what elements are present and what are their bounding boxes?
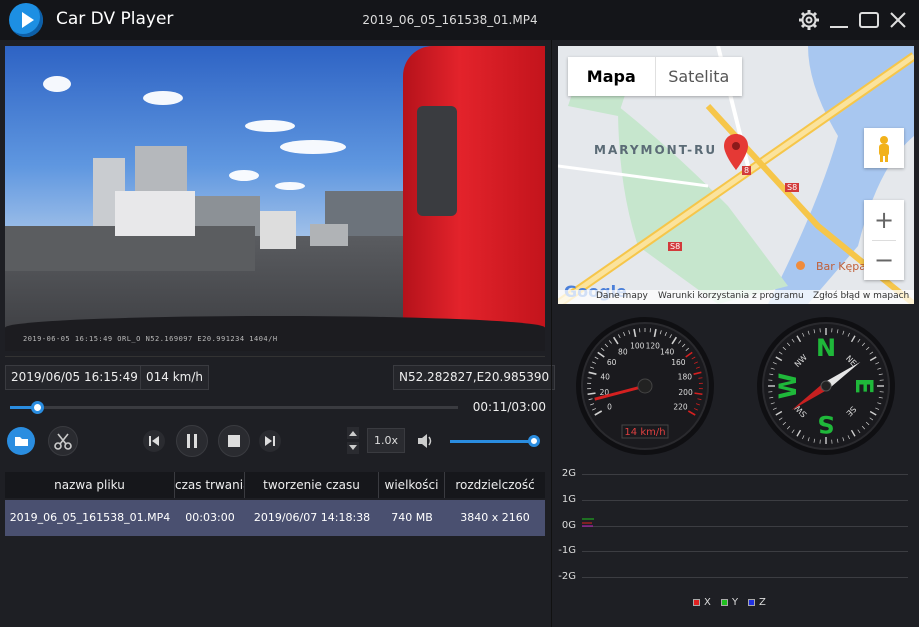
- speedometer-tick-label: 40: [600, 372, 610, 381]
- skip-forward-icon: [265, 436, 275, 446]
- speed-down-icon[interactable]: [347, 442, 359, 454]
- time-label: 00:11/03:00: [472, 400, 546, 414]
- speedometer-tick: [694, 392, 703, 396]
- speedometer-tick-label: 0: [607, 403, 612, 412]
- scissors-icon: [54, 433, 72, 450]
- seek-bar[interactable]: [10, 401, 458, 414]
- map-terms-link[interactable]: Warunki korzystania z programu: [658, 291, 804, 301]
- poi-icon: [796, 261, 805, 270]
- stop-button[interactable]: [218, 425, 250, 457]
- speedometer-tick-label: 160: [671, 358, 686, 367]
- cell-created: 2019/06/07 14:18:38: [253, 511, 371, 524]
- skip-back-icon: [149, 436, 159, 446]
- gsensor-trace: [582, 518, 594, 527]
- compass-letter: E: [850, 378, 878, 394]
- title-bar: Car DV Player 2019_06_05_161538_01.MP4: [0, 0, 919, 40]
- speedometer-gauge: 020406080100 120140160180200220 14 km/h: [576, 317, 714, 455]
- compass-letter: W: [774, 373, 802, 399]
- volume-icon[interactable]: [415, 431, 435, 451]
- column-header-duration[interactable]: czas trwania: [175, 472, 245, 498]
- legend-z: Z: [748, 597, 766, 608]
- cell-filename: 2019_06_05_161538_01.MP4: [9, 511, 171, 524]
- volume-slider[interactable]: [450, 440, 534, 443]
- speed-reading: 14 km/h: [624, 427, 665, 438]
- speedometer-tick-label: 140: [660, 348, 675, 357]
- video-dashboard: [5, 316, 545, 351]
- map-footer: Dane mapy Warunki korzystania z programu…: [558, 290, 914, 304]
- map-place-label: MARYMONT-RU: [594, 143, 718, 157]
- playback-speed-display: 1.0x: [367, 428, 405, 453]
- speedometer-tick-label: 100: [630, 342, 645, 351]
- map-report-link[interactable]: Zgłoś błąd w mapach: [813, 291, 909, 301]
- minimize-icon[interactable]: [827, 8, 851, 32]
- road-badge: S8: [785, 183, 800, 192]
- speed-readout: 014 km/h: [140, 365, 210, 390]
- next-button[interactable]: [259, 430, 281, 452]
- folder-icon: [15, 437, 28, 446]
- settings-gear-icon[interactable]: [797, 8, 821, 32]
- pause-icon: [187, 434, 197, 448]
- speedometer-tick: [587, 377, 592, 379]
- open-folder-button[interactable]: [7, 427, 35, 455]
- gsensor-axis-label: 2G: [561, 468, 576, 479]
- datetime-readout: 2019/06/05 16:15:49: [5, 365, 144, 390]
- legend-x: X: [693, 597, 711, 608]
- video-frame[interactable]: 2019-06-05 16:15:49 ORL_O N52.169097 E20…: [5, 46, 545, 351]
- column-header-created[interactable]: tworzenie czasu: [245, 472, 379, 498]
- table-header: nazwa pliku czas trwania tworzenie czasu…: [5, 472, 545, 498]
- cell-resolution: 3840 x 2160: [460, 511, 530, 524]
- map-panel[interactable]: Mapa Satelita MARYMONT-RU S8 S8 8 Bar Kę…: [558, 46, 914, 304]
- clip-button[interactable]: [48, 426, 78, 456]
- coords-readout: N52.282827,E20.985390: [393, 365, 556, 390]
- map-type-tabs: Mapa Satelita: [568, 57, 742, 96]
- current-file-title: 2019_06_05_161538_01.MP4: [362, 13, 538, 27]
- tab-map[interactable]: Mapa: [568, 57, 655, 96]
- speedometer-tick-label: 180: [678, 372, 693, 381]
- column-header-filename[interactable]: nazwa pliku: [5, 472, 175, 498]
- road-badge: S8: [668, 242, 683, 251]
- compass-gauge: NESWNESESWNW: [757, 317, 895, 455]
- speedometer-tick: [698, 377, 703, 379]
- street-view-icon: [879, 136, 889, 162]
- cell-duration: 00:03:00: [185, 511, 235, 524]
- column-header-size[interactable]: wielkości: [379, 472, 445, 498]
- compass-letter: N: [816, 334, 836, 362]
- map-data-link[interactable]: Dane mapy: [596, 291, 648, 301]
- poi-label: Bar Kępa: [816, 260, 867, 273]
- speed-up-icon[interactable]: [347, 427, 359, 439]
- speedometer-tick-label: 80: [618, 348, 628, 357]
- gsensor-axis-label: -1G: [558, 545, 576, 556]
- maximize-icon[interactable]: [857, 8, 881, 32]
- close-icon[interactable]: [886, 8, 910, 32]
- map-pin-icon[interactable]: [724, 134, 748, 170]
- gsensor-axis-label: 1G: [561, 494, 576, 505]
- zoom-controls: + −: [864, 200, 904, 280]
- speedometer-tick-label: 120: [646, 342, 661, 351]
- legend-y: Y: [721, 597, 738, 608]
- app-logo-icon: [9, 3, 43, 37]
- file-table: nazwa pliku czas trwania tworzenie czasu…: [5, 472, 545, 536]
- stop-icon: [228, 435, 240, 447]
- table-row[interactable]: 2019_06_05_161538_01.MP4 00:03:00 2019/0…: [5, 500, 545, 536]
- speedometer-tick-label: 60: [607, 358, 617, 367]
- gsensor-axis-label: -2G: [558, 571, 576, 582]
- tab-satellite[interactable]: Satelita: [654, 57, 743, 96]
- speedometer-tick-label: 200: [678, 388, 693, 397]
- street-view-button[interactable]: [864, 128, 904, 168]
- speedometer-tick-label: 220: [673, 403, 688, 412]
- previous-button[interactable]: [143, 430, 165, 452]
- column-header-resolution[interactable]: rozdzielczość: [445, 472, 545, 498]
- volume-handle[interactable]: [528, 435, 540, 447]
- video-overlay-text: 2019-06-05 16:15:49 ORL_O N52.169097 E20…: [23, 335, 278, 343]
- gsensor-axis-label: 0G: [561, 520, 576, 531]
- speedometer-tick: [587, 392, 596, 396]
- seek-handle[interactable]: [31, 401, 45, 414]
- pause-button[interactable]: [176, 425, 208, 457]
- zoom-in-button[interactable]: +: [864, 200, 904, 240]
- cell-size: 740 MB: [391, 511, 433, 524]
- zoom-out-button[interactable]: −: [864, 240, 904, 280]
- compass-letter: S: [817, 410, 834, 438]
- app-title: Car DV Player: [56, 9, 174, 29]
